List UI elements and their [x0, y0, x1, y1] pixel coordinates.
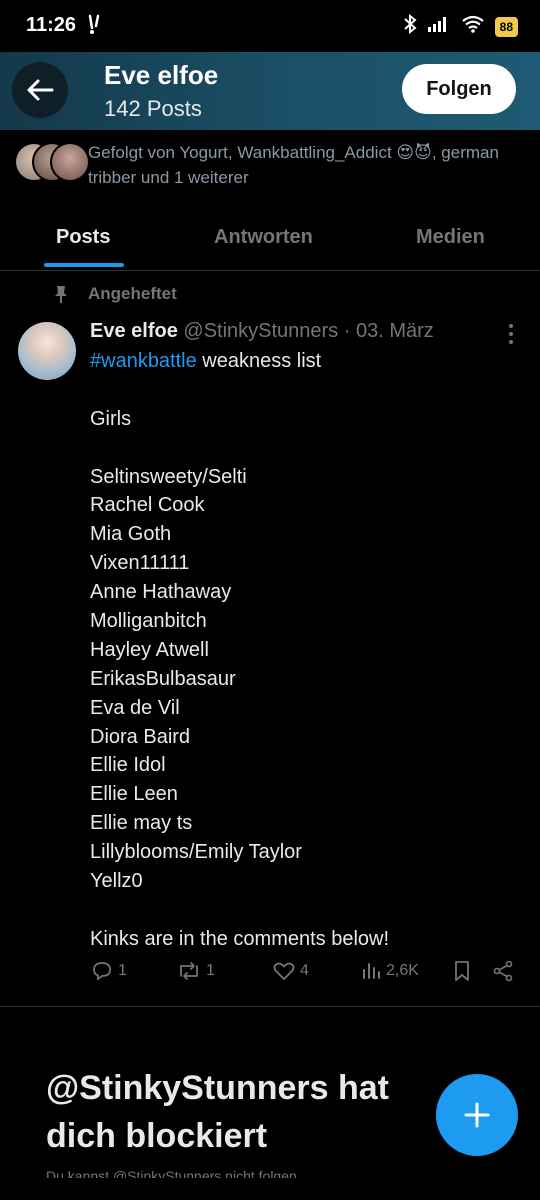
- plus-icon: [464, 1102, 490, 1128]
- post-handle-date[interactable]: @StinkyStunners · 03. März: [183, 320, 433, 342]
- post-avatar[interactable]: [18, 322, 76, 380]
- bookmark-icon: [455, 961, 469, 981]
- reply-icon: [93, 962, 111, 981]
- post-line: Mia Goth: [90, 523, 172, 546]
- followed-by-text: Gefolgt von Yogurt, Wankbattling_Addict …: [88, 143, 499, 187]
- post-header: Eve elfoe @StinkyStunners · 03. März: [90, 320, 434, 343]
- post-line: Kinks are in the comments below!: [90, 927, 390, 950]
- post-line: Ellie Idol: [90, 754, 166, 777]
- tab-media[interactable]: Medien: [416, 226, 485, 249]
- like-count: 4: [300, 962, 309, 979]
- arrow-left-icon: [27, 79, 54, 101]
- post-line: Anne Hathaway: [90, 581, 232, 604]
- post-line: Girls: [90, 407, 132, 430]
- blocked-title: @StinkyStunners hat dich blockiert: [46, 1069, 389, 1155]
- tab-posts[interactable]: Posts: [56, 226, 110, 249]
- avatar: [50, 142, 90, 182]
- profile-tabs: Posts Antworten Medien: [0, 206, 540, 271]
- post-line: Diora Baird: [90, 725, 191, 748]
- bookmark-button[interactable]: [452, 960, 472, 982]
- status-time: 11:26: [26, 14, 77, 36]
- follower-avatars: [14, 142, 90, 182]
- post-divider: [0, 1006, 540, 1007]
- share-icon: [493, 960, 513, 982]
- post-line: Ellie may ts: [90, 812, 193, 835]
- profile-header: Eve elfoe 142 Posts Folgen: [0, 52, 540, 130]
- view-count: 2,6K: [386, 962, 419, 979]
- repost-icon: [180, 962, 198, 980]
- post-line: Ellie Leen: [90, 783, 178, 806]
- status-bar: 11:26 88: [0, 0, 540, 52]
- post-line: [90, 434, 520, 463]
- post-line: Seltinsweety/Selti: [90, 465, 247, 488]
- views-button[interactable]: 2,6K: [360, 960, 419, 982]
- profile-name: Eve elfoe: [104, 60, 219, 90]
- post-line: Yellz0: [90, 870, 143, 893]
- like-button[interactable]: 4: [272, 960, 309, 982]
- more-options-icon[interactable]: [504, 324, 518, 344]
- reply-button[interactable]: 1: [90, 960, 127, 982]
- heart-icon: [273, 962, 295, 980]
- followed-by[interactable]: Gefolgt von Yogurt, Wankbattling_Addict …: [14, 140, 524, 192]
- post-title-text: weakness list: [196, 350, 322, 372]
- pin-icon: [55, 286, 67, 303]
- pinned-text: Angeheftet: [88, 284, 177, 303]
- post-line: Hayley Atwell: [90, 638, 209, 661]
- post-author[interactable]: Eve elfoe: [90, 320, 178, 342]
- repost-count: 1: [206, 962, 215, 979]
- follow-button[interactable]: Folgen: [402, 64, 516, 114]
- post-first-line: #wankbattle weakness list: [90, 347, 520, 376]
- post-line: Vixen11111: [90, 552, 190, 575]
- battery-icon: 88: [494, 16, 518, 37]
- compose-button[interactable]: [436, 1074, 518, 1156]
- notification-icon: [86, 14, 104, 39]
- post-line: ErikasBulbasaur: [90, 667, 236, 690]
- post-line: [90, 896, 520, 925]
- signal-icon: [427, 15, 451, 38]
- wifi-icon: [461, 15, 485, 38]
- post-line: [90, 376, 520, 405]
- post-line: Rachel Cook: [90, 494, 205, 517]
- repost-button[interactable]: 1: [176, 960, 215, 982]
- post-line: Molliganbitch: [90, 610, 207, 633]
- post-count: 142 Posts: [104, 96, 202, 121]
- reply-count: 1: [118, 962, 127, 979]
- tab-replies[interactable]: Antworten: [214, 226, 313, 249]
- bluetooth-icon: [403, 13, 417, 39]
- post-line: Eva de Vil: [90, 696, 180, 719]
- share-button[interactable]: [492, 960, 514, 982]
- post-actions: 1 1 4 2,6K: [90, 960, 520, 990]
- bar-chart-icon: [363, 963, 380, 979]
- back-button[interactable]: [12, 62, 68, 118]
- active-tab-indicator: [44, 263, 124, 267]
- post-line: Lillyblooms/Emily Taylor: [90, 841, 302, 864]
- blocked-subtitle: Du kannst @StinkyStunners nicht folgen: [46, 1168, 297, 1178]
- pinned-label: Angeheftet: [52, 284, 177, 304]
- post-body: #wankbattle weakness list Girls Seltinsw…: [90, 347, 520, 954]
- hashtag-link[interactable]: #wankbattle: [90, 350, 197, 372]
